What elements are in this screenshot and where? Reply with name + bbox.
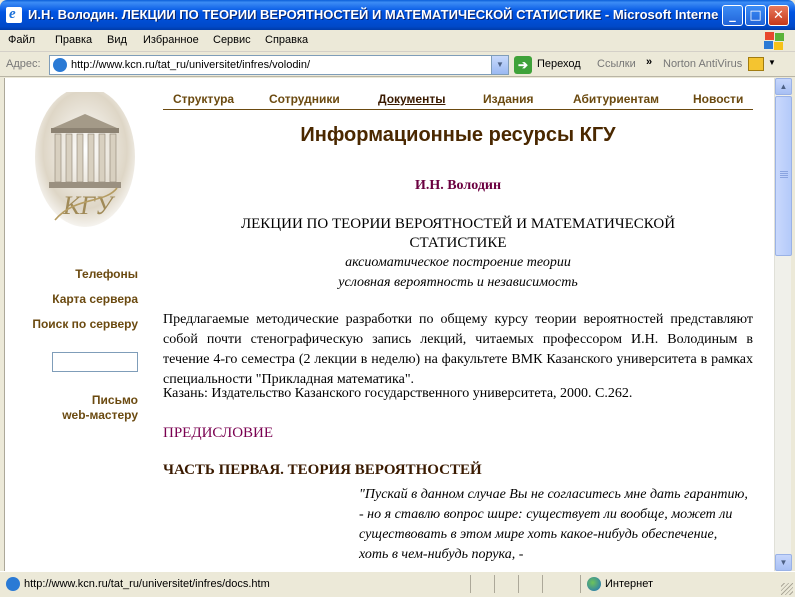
intro-paragraph: Предлагаемые методические разработки по … <box>163 312 753 387</box>
scroll-down-arrow-icon[interactable]: ▼ <box>775 554 792 571</box>
status-text: http://www.kcn.ru/tat_ru/universitet/inf… <box>24 578 270 590</box>
menu-bar: Файл Правка Вид Избранное Сервис Справка <box>0 30 795 52</box>
go-arrow-icon[interactable]: ➔ <box>514 56 532 74</box>
menu-edit[interactable]: Правка <box>55 34 92 46</box>
address-dropdown-icon[interactable]: ▼ <box>491 56 508 74</box>
kgu-logo[interactable]: КГУ <box>35 92 135 232</box>
page-icon <box>53 58 67 72</box>
menu-favorites[interactable]: Избранное <box>143 34 199 46</box>
address-label: Адрес: <box>6 58 41 70</box>
go-label[interactable]: Переход <box>537 58 581 70</box>
search-input[interactable] <box>52 352 138 372</box>
address-url[interactable]: http://www.kcn.ru/tat_ru/universitet/inf… <box>71 59 310 71</box>
subtitle-conditional: условная вероятность и независимость <box>338 275 578 290</box>
nav-applicants[interactable]: Абитуриентам <box>573 92 659 106</box>
nav-documents[interactable]: Документы <box>378 92 445 106</box>
close-button[interactable]: ✕ <box>768 5 789 26</box>
menu-file[interactable]: Файл <box>8 34 35 46</box>
menu-help[interactable]: Справка <box>265 34 308 46</box>
title-bar[interactable]: e И.Н. Володин. ЛЕКЦИИ ПО ТЕОРИИ ВЕРОЯТН… <box>0 0 795 30</box>
norton-icon[interactable] <box>748 57 764 71</box>
maximize-button[interactable]: □ <box>745 5 766 26</box>
nav-mail-line2[interactable]: web-мастеру <box>62 408 138 422</box>
epigraph-quote: "Пускай в данном случае Вы не согласитес… <box>359 487 748 562</box>
preface-link[interactable]: ПРЕДИСЛОВИЕ <box>163 425 273 442</box>
menu-view[interactable]: Вид <box>107 34 127 46</box>
nav-phones[interactable]: Телефоны <box>75 267 138 281</box>
nav-search-label[interactable]: Поиск по серверу <box>32 317 138 331</box>
links-chevron-icon[interactable]: » <box>646 56 652 68</box>
subtitle-axiomatic: аксиоматическое построение теории <box>345 255 571 270</box>
window-title: И.Н. Володин. ЛЕКЦИИ ПО ТЕОРИИ ВЕРОЯТНОС… <box>28 7 718 22</box>
part-one-heading: ЧАСТЬ ПЕРВАЯ. ТЕОРИЯ ВЕРОЯТНОСТЕЙ <box>163 462 482 478</box>
author-name: И.Н. Володин <box>414 178 502 193</box>
ie-app-icon[interactable]: e <box>6 6 22 23</box>
page-viewport: КГУ Телефоны Карта сервера Поиск по серв… <box>4 78 774 571</box>
publisher-line: Казань: Издательство Казанского государс… <box>163 386 633 401</box>
top-nav: Структура Сотрудники Документы Издания А… <box>163 90 753 110</box>
status-bar: http://www.kcn.ru/tat_ru/universitet/inf… <box>0 571 795 597</box>
go-button[interactable]: ➔ Переход <box>514 56 594 74</box>
security-zone-label: Интернет <box>605 578 653 590</box>
vertical-scrollbar[interactable]: ▲ ▼ <box>774 78 792 571</box>
lecture-title: ЛЕКЦИИ ПО ТЕОРИИ ВЕРОЯТНОСТЕЙ И МАТЕМАТИ… <box>240 216 676 251</box>
scroll-up-arrow-icon[interactable]: ▲ <box>775 78 792 95</box>
resize-grip[interactable] <box>781 583 793 595</box>
address-bar: Адрес: http://www.kcn.ru/tat_ru/universi… <box>0 52 795 77</box>
norton-antivirus-toolbar[interactable]: Norton AntiVirus <box>663 58 742 70</box>
nav-staff[interactable]: Сотрудники <box>269 92 340 106</box>
nav-structure[interactable]: Структура <box>173 92 234 106</box>
nav-publications[interactable]: Издания <box>483 92 534 106</box>
minimize-button[interactable]: _ <box>722 5 743 26</box>
page-status-icon <box>6 577 20 591</box>
address-input[interactable]: http://www.kcn.ru/tat_ru/universitet/inf… <box>49 55 509 75</box>
internet-zone-icon <box>587 577 601 591</box>
windows-logo-icon <box>763 32 785 50</box>
menu-tools[interactable]: Сервис <box>213 34 251 46</box>
nav-sitemap[interactable]: Карта сервера <box>52 292 138 306</box>
scroll-thumb[interactable] <box>775 96 792 256</box>
nav-news[interactable]: Новости <box>693 92 743 106</box>
nav-mail-line1[interactable]: Письмо <box>92 393 138 407</box>
links-label[interactable]: Ссылки <box>597 58 636 70</box>
norton-dropdown-icon[interactable]: ▼ <box>768 58 776 67</box>
page-title: Информационные ресурсы КГУ <box>300 124 616 146</box>
